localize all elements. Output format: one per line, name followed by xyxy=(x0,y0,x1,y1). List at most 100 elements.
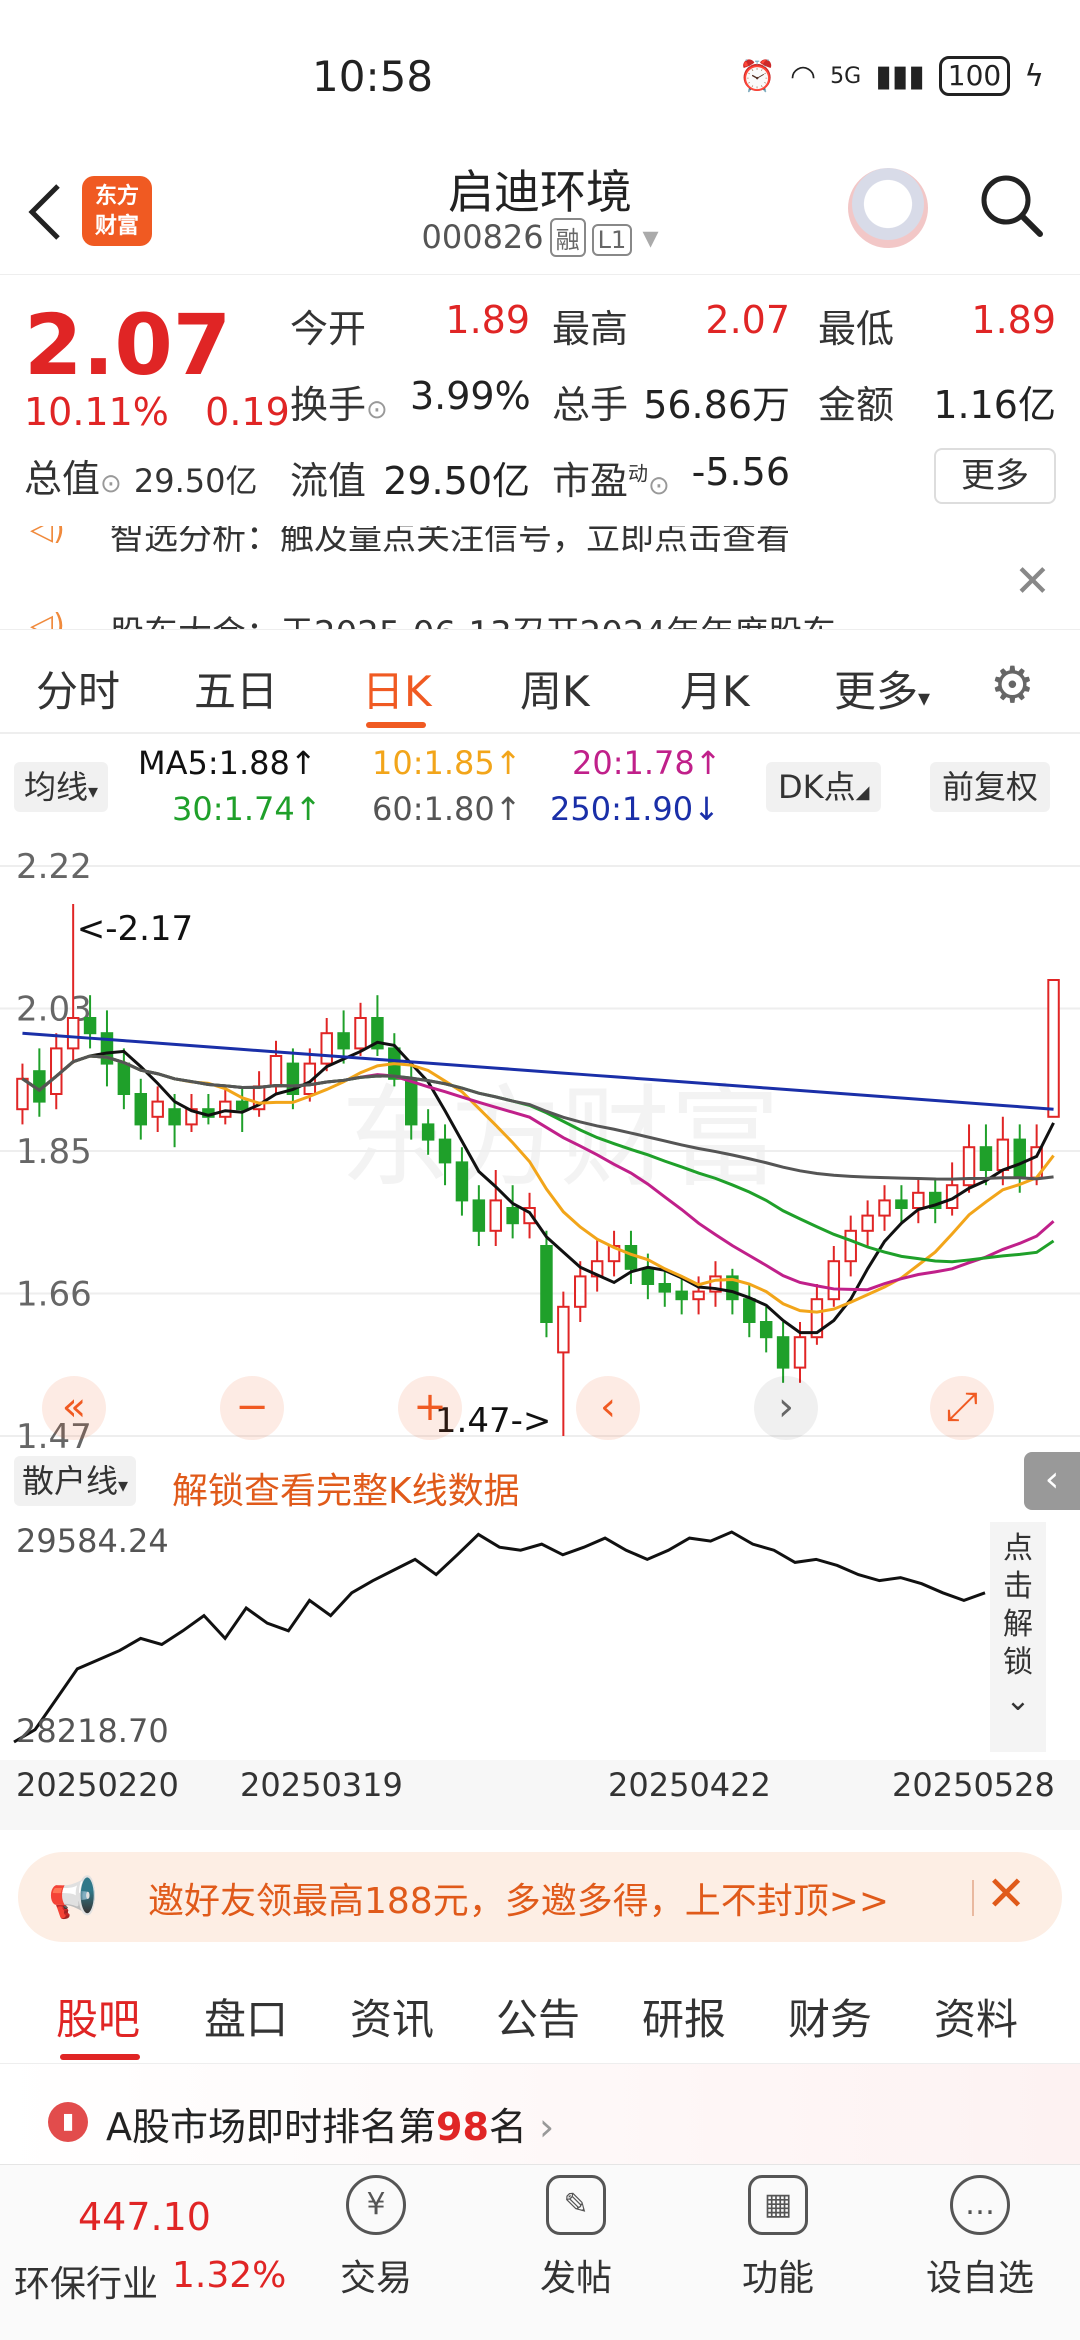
stock-header: 东方 财富 启迪环境 000826 融 L1 ▾ xyxy=(0,150,1080,275)
network-label: 5G xyxy=(830,63,862,89)
tab-weekly-k[interactable]: 周K xyxy=(520,658,590,719)
tab-forum[interactable]: 股吧 xyxy=(56,1986,140,2047)
tab-more[interactable]: 更多▾ xyxy=(834,658,930,719)
candle-body xyxy=(844,1229,857,1263)
nav-watchlist[interactable]: … 设自选 xyxy=(900,2175,1060,2301)
industry-name[interactable]: 环保行业 xyxy=(14,2255,158,2307)
chevron-down-icon: ⌄ xyxy=(1005,1683,1031,1718)
kline-chart[interactable]: 东方财富 2.22 2.03 1.85 1.66 1.47 <-2.17 1.47-> « … xyxy=(0,836,1080,1457)
tab-announcements[interactable]: 公告 xyxy=(496,1986,580,2047)
tab-profile[interactable]: 资料 xyxy=(934,1986,1018,2047)
candle-body xyxy=(117,1062,131,1096)
quote-panel: 2.07 10.11% 0.19 总值⊙ 29.50亿 今开 1.89 最高 2… xyxy=(0,276,1080,526)
indicator-ymin: 28218.70 xyxy=(16,1712,169,1750)
adjust-button[interactable]: 前复权 xyxy=(930,762,1051,812)
tab-research[interactable]: 研报 xyxy=(642,1986,726,2047)
banner-text[interactable]: 邀好友领最高188元，多邀多得，上不封顶>> xyxy=(148,1872,889,1924)
y-tick-label: 1.85 xyxy=(16,1132,92,1172)
y-tick-label: 1.66 xyxy=(16,1275,92,1315)
info-icon: ⊙ xyxy=(100,469,122,499)
dropdown-icon: ▾ xyxy=(642,218,659,256)
nav-label: 发帖 xyxy=(539,2258,612,2299)
candle-body xyxy=(320,1032,333,1065)
candle-body xyxy=(658,1283,672,1293)
notice-ticker[interactable]: ◁) 智选分析：触及量点关注信号，立即点击查看 ◁) 股东大会：于2025-06… xyxy=(0,526,1080,630)
change-percent: 10.11% xyxy=(24,390,169,434)
candle-body xyxy=(219,1100,232,1118)
tab-news[interactable]: 资讯 xyxy=(350,1986,434,2047)
candle-body xyxy=(1013,1138,1026,1179)
tab-finance[interactable]: 财务 xyxy=(788,1986,872,2047)
zoom-in-button[interactable]: + xyxy=(398,1376,462,1440)
rank-suffix: 名 xyxy=(488,2105,527,2149)
volume-label: 总手 xyxy=(552,383,629,427)
pe-sup: 动 xyxy=(628,461,649,486)
kline-tabs: 分时 五日 日K 周K 月K 更多▾ ⚙ xyxy=(0,630,1080,734)
invite-banner[interactable]: 📢 邀好友领最高188元，多邀多得，上不封顶>> ✕ xyxy=(18,1852,1062,1942)
prev-button[interactable]: ‹ xyxy=(576,1376,640,1440)
candle-body xyxy=(675,1290,688,1301)
speaker-icon: ◁) xyxy=(30,526,65,547)
notice-item[interactable]: 智选分析：触及量点关注信号，立即点击查看 xyxy=(110,526,790,559)
caret-down-icon: ▾ xyxy=(918,684,931,712)
ma250-value: 250:1.90↓ xyxy=(550,790,720,828)
speaker-icon: ◁) xyxy=(30,608,65,630)
fullscreen-button[interactable]: ⤢ xyxy=(930,1376,994,1440)
low-label: 最低 xyxy=(818,307,895,351)
gear-icon[interactable]: ⚙ xyxy=(990,656,1035,714)
close-icon[interactable]: ✕ xyxy=(1014,556,1051,607)
dk-point-button[interactable]: DK点◢ xyxy=(766,762,882,812)
ma-toggle-button[interactable]: 均线▾ xyxy=(14,762,109,812)
market-value[interactable]: 总值⊙ 29.50亿 xyxy=(24,448,258,503)
tab-orderbook[interactable]: 盘口 xyxy=(204,1986,288,2047)
ma-toggle-label: 均线 xyxy=(24,768,89,806)
tab-daily-k[interactable]: 日K xyxy=(362,658,432,719)
nav-post[interactable]: ✎ 发帖 xyxy=(496,2175,656,2301)
candle-body xyxy=(641,1267,655,1285)
rank-prefix: A股市场即时排名第 xyxy=(106,2105,436,2149)
candle-body xyxy=(624,1245,638,1270)
collapse-arrow-icon[interactable]: ‹ xyxy=(1024,1452,1080,1510)
amount-label: 金额 xyxy=(818,383,895,427)
indicator-selector-label: 散户线 xyxy=(22,1462,119,1500)
date-label: 20250220 xyxy=(16,1766,179,1804)
signal-icon: ▮▮▮ xyxy=(875,58,925,94)
nav-trade[interactable]: ¥ 交易 xyxy=(296,2175,456,2301)
candle-body xyxy=(759,1321,773,1339)
search-icon[interactable] xyxy=(978,172,1044,238)
alarm-icon: ⏰ xyxy=(738,58,776,94)
candle-body xyxy=(472,1199,486,1232)
megaphone-icon: 📢 xyxy=(48,1875,98,1921)
low-value: 1.89 xyxy=(971,298,1056,342)
float-label: 流值 xyxy=(290,459,367,503)
unlock-label: 点击解锁 xyxy=(1003,1531,1033,1680)
unlock-prompt[interactable]: 解锁查看完整K线数据 xyxy=(172,1462,520,1514)
tab-five-day[interactable]: 五日 xyxy=(194,658,278,719)
first-page-button[interactable]: « xyxy=(42,1376,106,1440)
tab-monthly-k[interactable]: 月K xyxy=(680,658,750,719)
zoom-out-button[interactable]: − xyxy=(220,1376,284,1440)
notice-item[interactable]: 股东大会：于2025-06-13召开2024年年度股东 xyxy=(110,606,836,629)
close-icon[interactable]: ✕ xyxy=(986,1866,1026,1922)
pe-label-text: 市盈 xyxy=(552,459,629,503)
ma60-value: 60:1.80↑ xyxy=(372,790,522,828)
ma10-value: 10:1.85↑ xyxy=(372,744,522,782)
industry-price[interactable]: 447.10 xyxy=(78,2195,211,2239)
next-button[interactable]: › xyxy=(754,1376,818,1440)
nav-functions[interactable]: ▦ 功能 xyxy=(698,2175,858,2301)
candle-body xyxy=(895,1199,908,1209)
active-tab-indicator xyxy=(366,722,426,728)
indicator-selector[interactable]: 散户线▾ xyxy=(14,1456,137,1506)
candle-body xyxy=(574,1275,587,1308)
more-button[interactable]: 更多 xyxy=(934,448,1056,504)
market-rank[interactable]: ▮ A股市场即时排名第98名 › xyxy=(0,2064,1080,2164)
candle-body xyxy=(979,1146,993,1172)
volume-value: 56.86万 xyxy=(643,383,790,427)
turnover-label-text: 换手 xyxy=(290,383,367,427)
assistant-robot-icon[interactable] xyxy=(848,168,928,248)
tab-intraday[interactable]: 分时 xyxy=(36,658,120,719)
high-value: 2.07 xyxy=(705,298,790,342)
unlock-button[interactable]: 点击解锁 ⌄ xyxy=(990,1522,1046,1752)
candle-body xyxy=(438,1138,452,1164)
candle-body xyxy=(16,1077,29,1111)
